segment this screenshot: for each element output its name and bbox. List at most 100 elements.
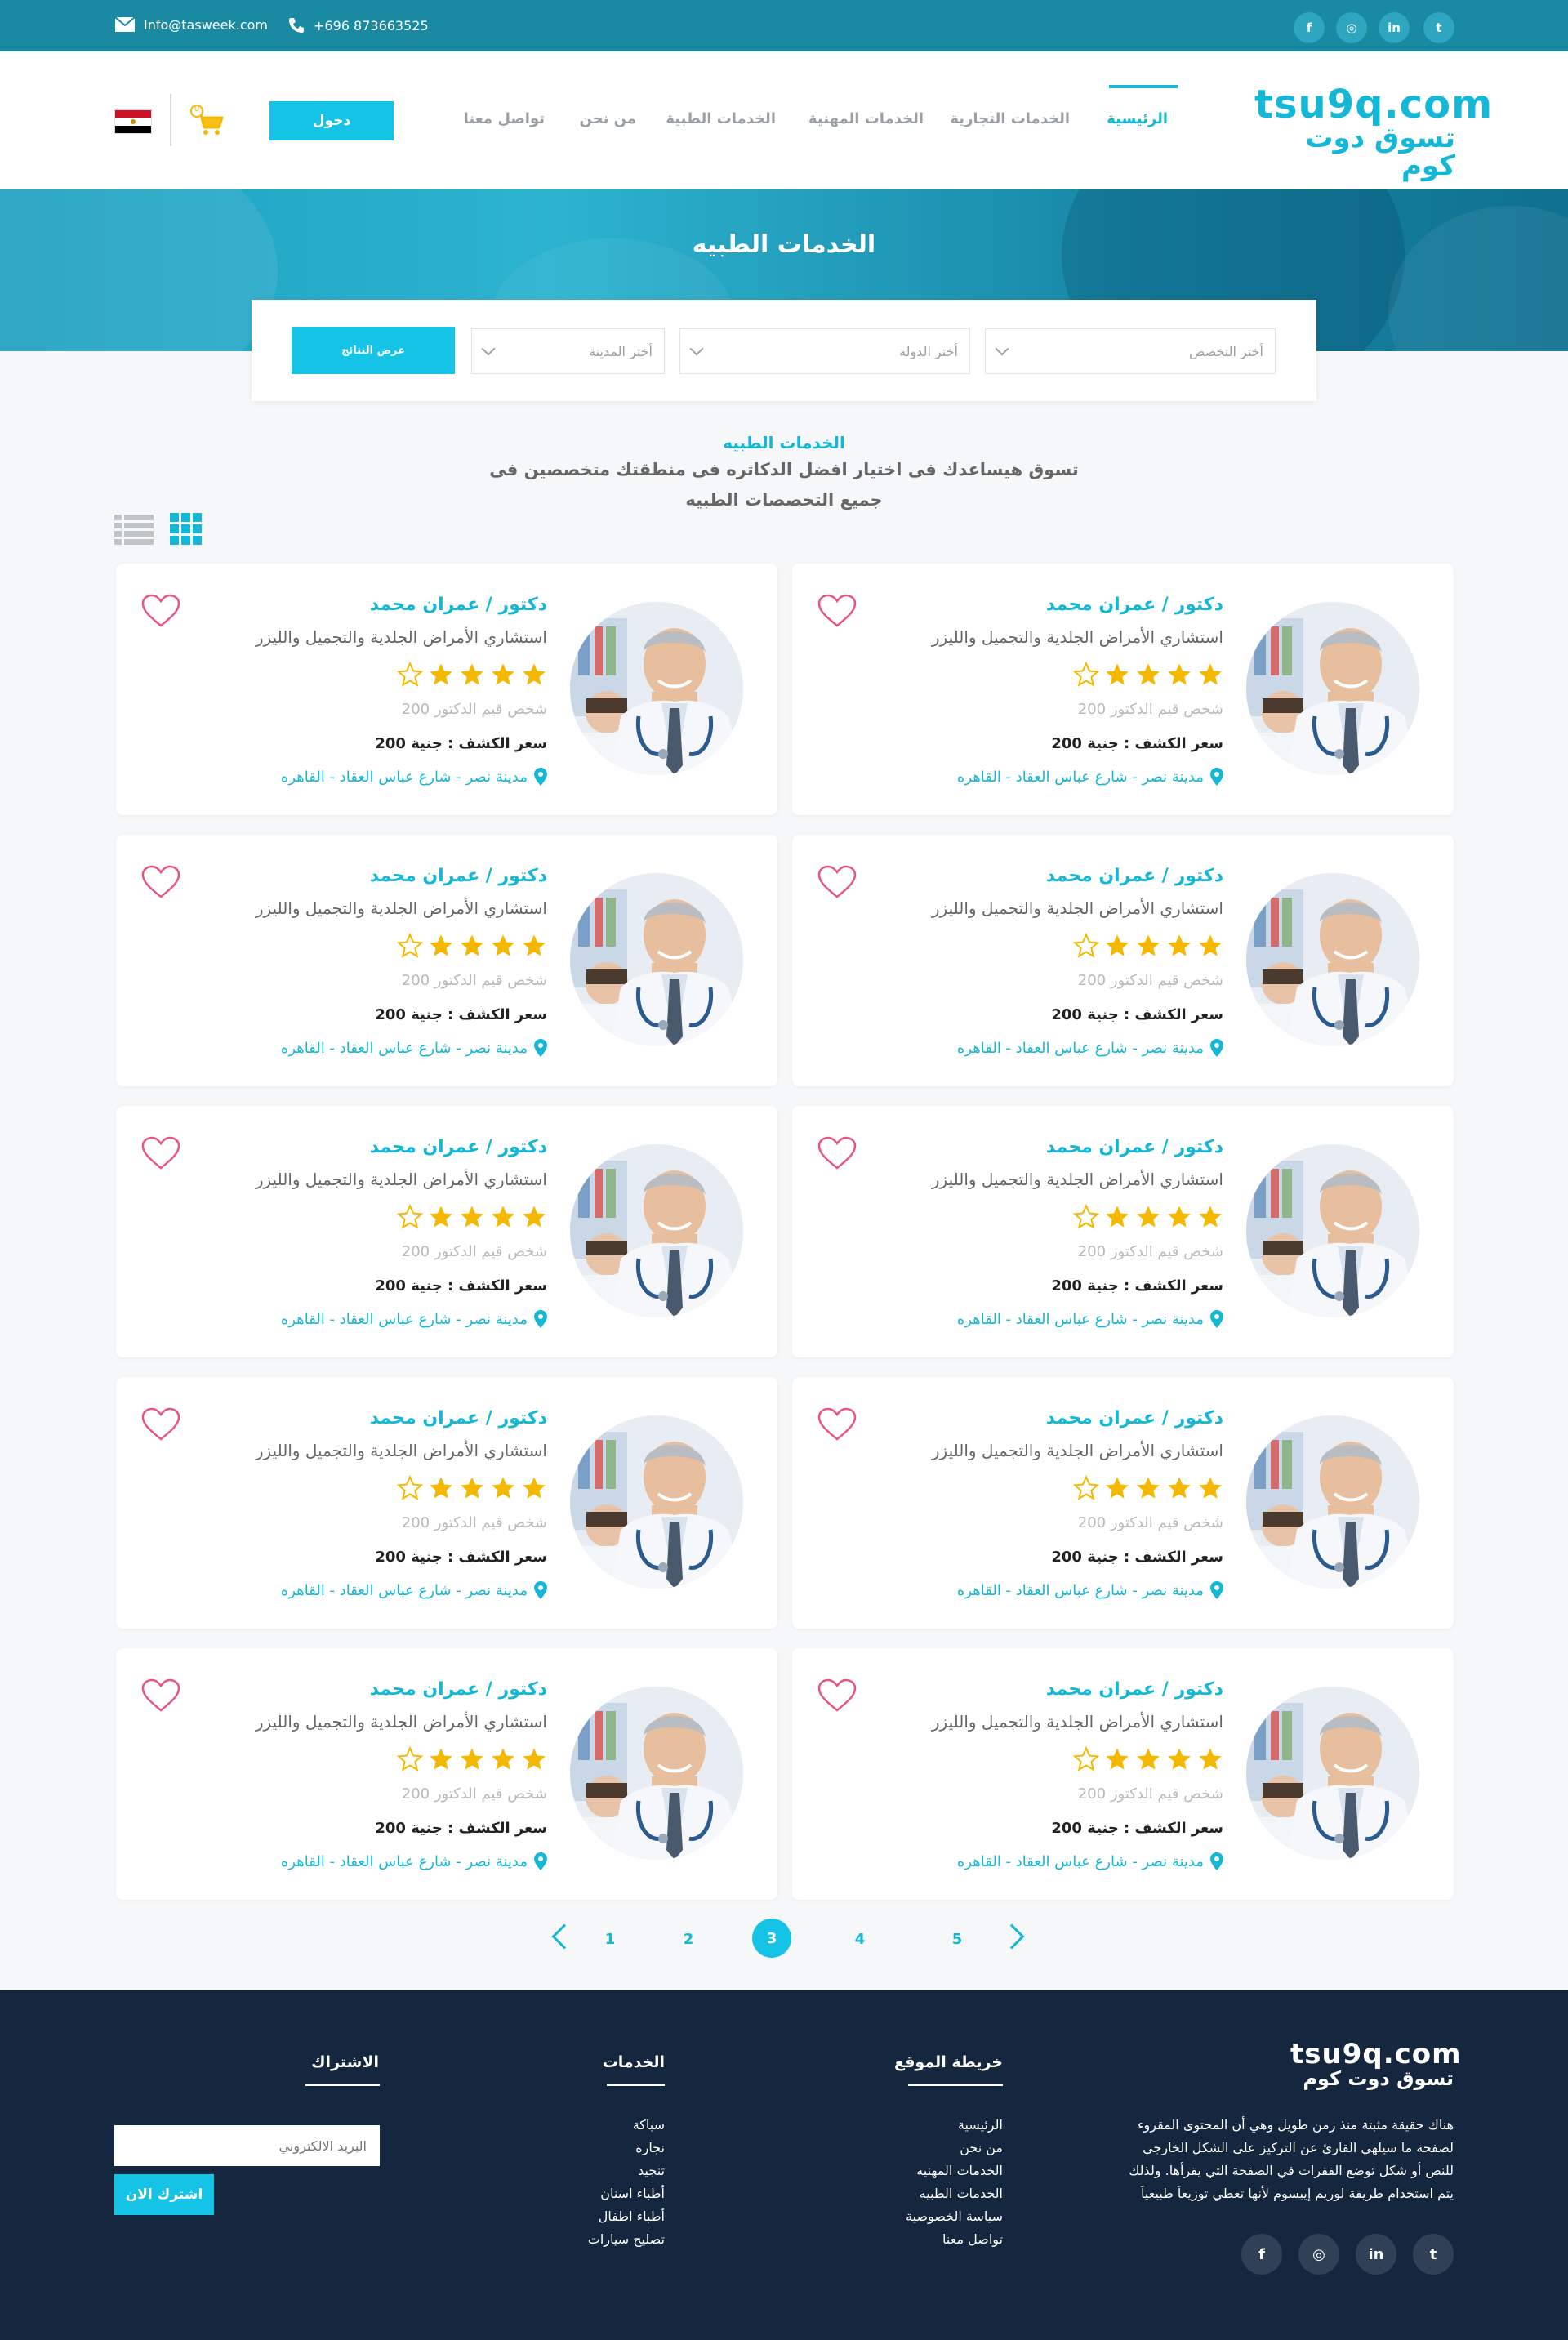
- services-link[interactable]: أطباء اسنان: [600, 2186, 665, 2201]
- favorite-heart-icon[interactable]: [140, 1135, 181, 1171]
- list-view-icon[interactable]: [114, 513, 154, 546]
- nav-contact[interactable]: تواصل معنا: [464, 110, 545, 127]
- services-link[interactable]: تصليح سيارات: [588, 2231, 665, 2247]
- doctor-card[interactable]: دكتور / عمران محمد استشاري الأمراض الجلدي…: [792, 1377, 1454, 1629]
- site-logo[interactable]: tsu9q.com تسوق دوت كوم: [1254, 85, 1492, 180]
- consultation-price: سعر الكشف : جنية 200: [1051, 1820, 1223, 1837]
- doctor-card[interactable]: دكتور / عمران محمد استشاري الأمراض الجلدي…: [116, 564, 777, 815]
- favorite-heart-icon[interactable]: [817, 1135, 858, 1171]
- doctor-photo[interactable]: [1246, 873, 1419, 1046]
- specialty-select[interactable]: أختر التخصص: [985, 328, 1276, 374]
- location-pin-icon: [1210, 1310, 1223, 1328]
- doctor-card[interactable]: دكتور / عمران محمد استشاري الأمراض الجلدي…: [116, 1648, 777, 1900]
- doctor-name[interactable]: دكتور / عمران محمد: [1046, 595, 1223, 615]
- doctor-name[interactable]: دكتور / عمران محمد: [1046, 866, 1223, 886]
- doctor-photo[interactable]: [1246, 1687, 1419, 1860]
- services-link[interactable]: أطباء اطفال: [599, 2209, 665, 2224]
- country-select[interactable]: أختر الدولة: [679, 328, 970, 374]
- twitter-icon[interactable]: t: [1423, 12, 1454, 43]
- login-button[interactable]: دخول: [270, 101, 394, 140]
- rating-stars: [1072, 661, 1223, 691]
- rating-star-empty: [396, 661, 424, 691]
- show-results-button[interactable]: عرض النتائج: [292, 327, 455, 374]
- footer-twitter-icon[interactable]: t: [1413, 2234, 1454, 2275]
- nav-commercial-services[interactable]: الخدمات التجارية: [950, 110, 1070, 127]
- facebook-icon[interactable]: f: [1294, 12, 1325, 43]
- nav-medical-services[interactable]: الخدمات الطبية: [666, 110, 776, 127]
- doctor-photo[interactable]: [1246, 602, 1419, 775]
- egypt-flag-icon[interactable]: [114, 109, 152, 134]
- doctor-name[interactable]: دكتور / عمران محمد: [370, 595, 547, 615]
- instagram-icon[interactable]: ◎: [1336, 12, 1367, 43]
- doctor-card[interactable]: دكتور / عمران محمد استشاري الأمراض الجلدي…: [792, 835, 1454, 1086]
- sitemap-link[interactable]: الخدمات الطبيه: [920, 2186, 1003, 2201]
- prev-page-icon[interactable]: [551, 1923, 577, 1950]
- newsletter-email-input[interactable]: [114, 2125, 380, 2166]
- doctor-card[interactable]: دكتور / عمران محمد استشاري الأمراض الجلدي…: [792, 1648, 1454, 1900]
- doctor-name[interactable]: دكتور / عمران محمد: [1046, 1408, 1223, 1429]
- favorite-heart-icon[interactable]: [140, 1406, 181, 1442]
- favorite-heart-icon[interactable]: [140, 864, 181, 900]
- page-1[interactable]: 1: [594, 1923, 626, 1955]
- doctor-photo[interactable]: [570, 1687, 743, 1860]
- doctor-photo[interactable]: [1246, 1144, 1419, 1317]
- page-3-current[interactable]: 3: [752, 1919, 791, 1958]
- sitemap-link[interactable]: الخدمات المهنيه: [916, 2163, 1003, 2178]
- footer-logo[interactable]: tsu9q.com تسوق دوت كوم: [1290, 2040, 1461, 2089]
- services-link[interactable]: تنجيد: [638, 2163, 665, 2178]
- favorite-heart-icon[interactable]: [817, 1678, 858, 1714]
- doctor-name[interactable]: دكتور / عمران محمد: [1046, 1137, 1223, 1157]
- footer-facebook-icon[interactable]: f: [1241, 2234, 1282, 2275]
- city-select[interactable]: أختر المدينة: [471, 328, 665, 374]
- doctor-photo[interactable]: [570, 873, 743, 1046]
- doctor-photo[interactable]: [570, 1144, 743, 1317]
- doctor-name[interactable]: دكتور / عمران محمد: [370, 866, 547, 886]
- nav-professional-services[interactable]: الخدمات المهنية: [808, 110, 924, 127]
- doctor-name[interactable]: دكتور / عمران محمد: [370, 1679, 547, 1700]
- doctor-photo[interactable]: [570, 602, 743, 775]
- doctor-name[interactable]: دكتور / عمران محمد: [370, 1408, 547, 1429]
- sitemap-link[interactable]: تواصل معنا: [942, 2231, 1003, 2247]
- phone-contact[interactable]: +696 873663525: [287, 16, 429, 34]
- doctor-card[interactable]: دكتور / عمران محمد استشاري الأمراض الجلدي…: [116, 1377, 777, 1629]
- consultation-price: سعر الكشف : جنية 200: [1051, 1277, 1223, 1295]
- nav-about[interactable]: من نحن: [579, 110, 636, 127]
- footer-linkedin-icon[interactable]: in: [1356, 2234, 1396, 2275]
- rating-stars: [396, 661, 547, 691]
- page-2[interactable]: 2: [672, 1923, 705, 1955]
- subscribe-button[interactable]: اشترك الان: [114, 2174, 214, 2215]
- services-link[interactable]: نجارة: [635, 2140, 665, 2155]
- rating-stars: [1072, 1203, 1223, 1233]
- sitemap-link[interactable]: من نحن: [960, 2140, 1003, 2155]
- nav-home[interactable]: الرئيسية: [1107, 110, 1168, 127]
- linkedin-icon[interactable]: in: [1379, 12, 1410, 43]
- favorite-heart-icon[interactable]: [140, 1678, 181, 1714]
- favorite-heart-icon[interactable]: [817, 1406, 858, 1442]
- cart-icon[interactable]: 0: [189, 105, 225, 137]
- doctor-name[interactable]: دكتور / عمران محمد: [1046, 1679, 1223, 1700]
- rating-star-full: [1135, 1746, 1161, 1776]
- page-5[interactable]: 5: [941, 1923, 973, 1955]
- rating-star-empty: [396, 1203, 424, 1233]
- doctor-photo[interactable]: [570, 1415, 743, 1589]
- footer-about-line1: هناك حقيقة مثبتة منذ زمن طويل وهي أن الم…: [1137, 2117, 1454, 2133]
- doctor-card[interactable]: دكتور / عمران محمد استشاري الأمراض الجلدي…: [116, 1106, 777, 1357]
- page-4[interactable]: 4: [844, 1923, 876, 1955]
- services-link[interactable]: سباكة: [633, 2117, 665, 2133]
- rating-star-full: [459, 662, 485, 691]
- email-contact[interactable]: Info@tasweek.com: [114, 16, 268, 33]
- doctor-photo[interactable]: [1246, 1415, 1419, 1589]
- favorite-heart-icon[interactable]: [817, 593, 858, 629]
- sitemap-link[interactable]: الرئيسية: [958, 2117, 1003, 2133]
- rating-star-full: [1104, 1746, 1130, 1776]
- doctor-card[interactable]: دكتور / عمران محمد استشاري الأمراض الجلدي…: [792, 1106, 1454, 1357]
- doctor-card[interactable]: دكتور / عمران محمد استشاري الأمراض الجلدي…: [792, 564, 1454, 815]
- doctor-card[interactable]: دكتور / عمران محمد استشاري الأمراض الجلدي…: [116, 835, 777, 1086]
- grid-view-icon[interactable]: [170, 513, 203, 546]
- footer-instagram-icon[interactable]: ◎: [1298, 2234, 1339, 2275]
- next-page-icon[interactable]: [999, 1923, 1025, 1950]
- favorite-heart-icon[interactable]: [817, 864, 858, 900]
- doctor-name[interactable]: دكتور / عمران محمد: [370, 1137, 547, 1157]
- favorite-heart-icon[interactable]: [140, 593, 181, 629]
- sitemap-link[interactable]: سياسة الخصوصية: [906, 2209, 1003, 2224]
